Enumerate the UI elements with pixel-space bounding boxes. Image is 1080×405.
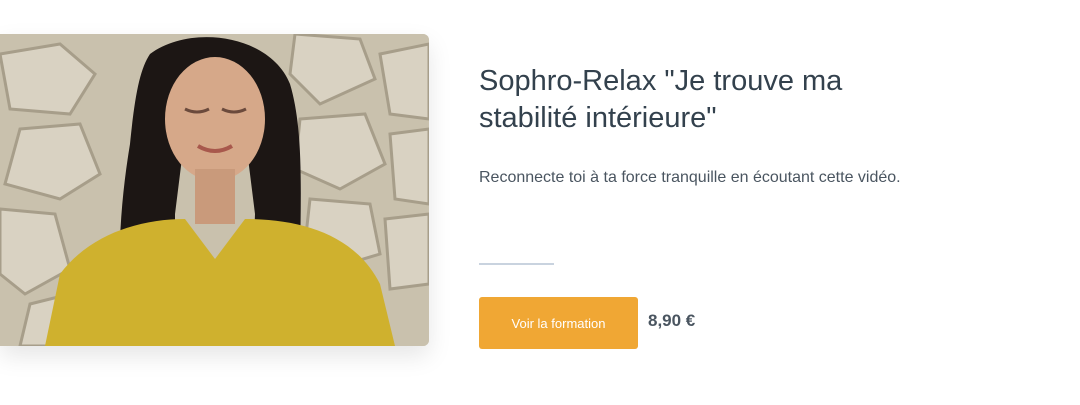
course-thumbnail[interactable] bbox=[0, 34, 429, 346]
thumbnail-image bbox=[0, 34, 429, 346]
view-course-button[interactable]: Voir la formation bbox=[479, 297, 638, 349]
course-card: Sophro-Relax "Je trouve ma stabilité int… bbox=[0, 0, 1080, 405]
course-description: Reconnecte toi à ta force tranquille en … bbox=[479, 169, 901, 186]
course-title: Sophro-Relax "Je trouve ma stabilité int… bbox=[479, 65, 843, 134]
divider bbox=[479, 263, 554, 265]
course-price: 8,90 € bbox=[648, 311, 696, 330]
